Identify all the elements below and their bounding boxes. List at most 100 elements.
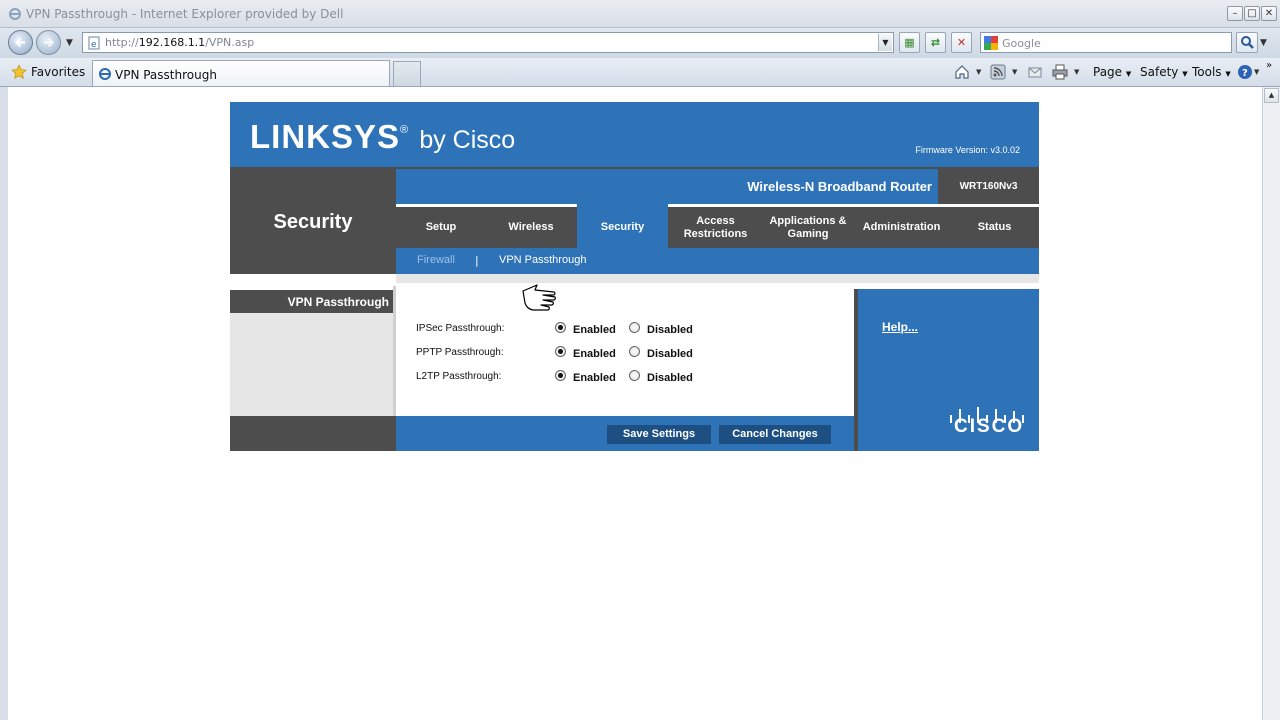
pptp-disabled-radio[interactable] — [629, 346, 640, 357]
favorites-star-icon[interactable] — [11, 64, 27, 80]
linksys-logo: LINKSYS® by Cisco — [250, 118, 516, 155]
print-dropdown-icon[interactable]: ▼ — [1074, 68, 1079, 76]
tab-applications-gaming[interactable]: Applications & Gaming — [763, 207, 853, 248]
pptp-enabled-radio[interactable] — [555, 346, 566, 357]
tab-security-label: Security — [600, 221, 645, 233]
home-dropdown-icon[interactable]: ▼ — [976, 68, 981, 76]
maximize-button[interactable]: □ — [1244, 6, 1260, 21]
router-page: LINKSYS® by Cisco Firmware Version: v3.0… — [230, 102, 1039, 451]
cisco-wordmark: CISCO — [954, 416, 1025, 437]
ipsec-enabled-radio[interactable] — [555, 322, 566, 333]
tab-security[interactable]: Security — [577, 204, 668, 248]
feeds-dropdown-icon[interactable]: ▼ — [1012, 68, 1017, 76]
pptp-label: PPTP Passthrough: — [416, 347, 504, 358]
left-section-text: VPN Passthrough — [287, 295, 389, 309]
search-options-dropdown-icon[interactable]: ▼ — [1260, 38, 1267, 48]
address-row: ▼ e http://192.168.1.1/VPN.asp ▼ ▦ ⇄ ✕ G… — [0, 28, 1280, 58]
address-dropdown-icon[interactable]: ▼ — [878, 34, 892, 51]
history-dropdown-icon[interactable]: ▼ — [66, 38, 73, 48]
magnifier-icon — [1241, 36, 1254, 49]
ipsec-label: IPSec Passthrough: — [416, 323, 505, 334]
subtab-firewall[interactable]: Firewall — [417, 254, 455, 266]
page-menu[interactable]: Page ▼ — [1093, 65, 1131, 79]
brand-name: LINKSYS — [250, 118, 401, 155]
forward-arrow-icon — [44, 37, 55, 48]
minimize-button[interactable]: – — [1227, 6, 1243, 21]
tab-access-restrictions[interactable]: Access Restrictions — [668, 207, 763, 248]
l2tp-enabled-label[interactable]: Enabled — [573, 372, 616, 384]
left-panel-header: Security — [230, 167, 396, 274]
svg-text:?: ? — [1242, 68, 1248, 79]
new-tab-button[interactable] — [393, 61, 421, 86]
back-button[interactable] — [8, 30, 33, 55]
tab-wireless-label: Wireless — [508, 221, 554, 233]
subtab-vpn-passthrough[interactable]: VPN Passthrough — [499, 254, 586, 266]
pptp-enabled-label[interactable]: Enabled — [573, 348, 616, 360]
model-name: WRT160Nv3 — [959, 181, 1018, 192]
url-host: 192.168.1.1 — [138, 36, 206, 49]
help-link[interactable]: Help... — [882, 320, 918, 334]
left-section-label: VPN Passthrough — [230, 290, 396, 313]
help-panel: Help... CISCO — [854, 289, 1039, 451]
ie-icon — [9, 8, 21, 20]
ipsec-disabled-label[interactable]: Disabled — [647, 324, 693, 336]
cancel-changes-button[interactable]: Cancel Changes — [719, 425, 831, 444]
subtab-separator: | — [475, 254, 479, 267]
window-titlebar: VPN Passthrough - Internet Explorer prov… — [0, 0, 1280, 28]
tab-administration-label: Administration — [862, 221, 941, 233]
search-button[interactable] — [1236, 32, 1258, 53]
ipsec-disabled-radio[interactable] — [629, 322, 640, 333]
address-bar[interactable]: e http://192.168.1.1/VPN.asp ▼ — [82, 32, 894, 53]
vertical-scrollbar[interactable]: ▲ — [1262, 87, 1280, 720]
safety-menu[interactable]: Safety ▼ — [1140, 65, 1188, 79]
footer-actions: Save Settings Cancel Changes — [396, 416, 854, 451]
browser-tab-active[interactable]: VPN Passthrough — [92, 60, 390, 86]
refresh-icon[interactable]: ⇄ — [925, 32, 946, 53]
url-text[interactable]: http://192.168.1.1/VPN.asp — [105, 36, 254, 49]
l2tp-enabled-radio[interactable] — [555, 370, 566, 381]
compatibility-view-icon[interactable]: ▦ — [899, 32, 920, 53]
favorites-button[interactable]: Favorites — [31, 65, 85, 79]
tab-status[interactable]: Status — [950, 207, 1039, 248]
feeds-icon[interactable] — [990, 64, 1006, 80]
stop-icon[interactable]: ✕ — [951, 32, 972, 53]
product-bar: Wireless-N Broadband Router WRT160Nv3 — [396, 169, 1039, 204]
tab-title: VPN Passthrough — [115, 68, 217, 82]
firmware-info: Firmware Version: v3.0.02 — [915, 145, 1020, 155]
chevron-more-icon[interactable]: » — [1266, 60, 1272, 71]
section-title: Security — [273, 211, 353, 233]
tab-administration[interactable]: Administration — [853, 207, 950, 248]
pptp-disabled-label[interactable]: Disabled — [647, 348, 693, 360]
help-dropdown-icon[interactable]: ▼ — [1254, 68, 1259, 76]
home-icon[interactable] — [954, 64, 970, 80]
tab-setup[interactable]: Setup — [396, 207, 486, 248]
sub-navigation: Firewall | VPN Passthrough — [396, 248, 1039, 274]
l2tp-disabled-radio[interactable] — [629, 370, 640, 381]
search-placeholder: Google — [1002, 37, 1041, 50]
mouse-cursor-icon — [522, 284, 556, 311]
tab-status-label: Status — [977, 221, 1012, 233]
ipsec-enabled-label[interactable]: Enabled — [573, 324, 616, 336]
l2tp-disabled-label[interactable]: Disabled — [647, 372, 693, 384]
close-window-button[interactable]: ✕ — [1261, 6, 1277, 21]
l2tp-label: L2TP Passthrough: — [416, 371, 502, 382]
print-icon[interactable] — [1052, 64, 1068, 80]
left-panel-body — [230, 313, 396, 416]
tab-wireless[interactable]: Wireless — [486, 207, 576, 248]
scroll-up-button[interactable]: ▲ — [1264, 88, 1279, 103]
google-icon — [984, 36, 998, 50]
router-header: LINKSYS® by Cisco Firmware Version: v3.0… — [230, 102, 1039, 167]
save-settings-button[interactable]: Save Settings — [607, 425, 711, 444]
tab-apps-label-1: Applications & — [769, 214, 847, 227]
l2tp-passthrough-row: L2TP Passthrough: Enabled Disabled — [416, 369, 836, 389]
tools-menu[interactable]: Tools ▼ — [1192, 65, 1231, 79]
search-input[interactable]: Google — [980, 32, 1232, 53]
favorites-row: Favorites VPN Passthrough ▼ ▼ ▼ Page ▼ S… — [0, 58, 1280, 87]
help-icon[interactable]: ? — [1237, 64, 1253, 80]
tab-access-label-2: Restrictions — [683, 227, 748, 240]
back-arrow-icon — [14, 37, 25, 48]
mail-icon[interactable] — [1027, 64, 1043, 80]
forward-button[interactable] — [36, 30, 61, 55]
page-icon: e — [88, 36, 100, 50]
left-gap — [230, 274, 396, 290]
